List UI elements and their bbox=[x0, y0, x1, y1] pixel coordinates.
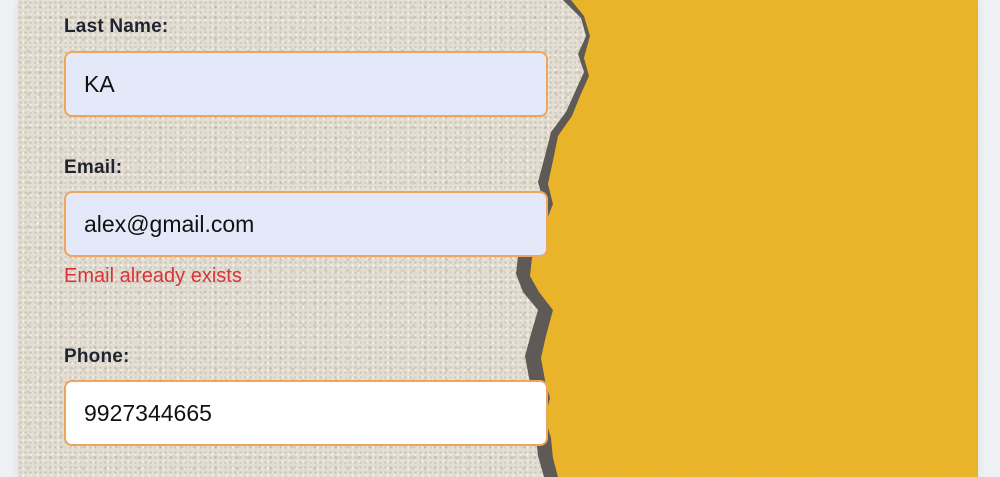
phone-input[interactable] bbox=[64, 380, 548, 446]
last-name-input[interactable] bbox=[64, 51, 548, 117]
email-error-message: Email already exists bbox=[64, 265, 242, 287]
form-card: Last Name: Email: Email already exists P… bbox=[18, 0, 978, 477]
email-input[interactable] bbox=[64, 191, 548, 257]
email-label: Email: bbox=[64, 157, 123, 178]
last-name-label: Last Name: bbox=[64, 16, 169, 37]
phone-label: Phone: bbox=[64, 346, 130, 367]
page: Last Name: Email: Email already exists P… bbox=[0, 0, 1000, 477]
